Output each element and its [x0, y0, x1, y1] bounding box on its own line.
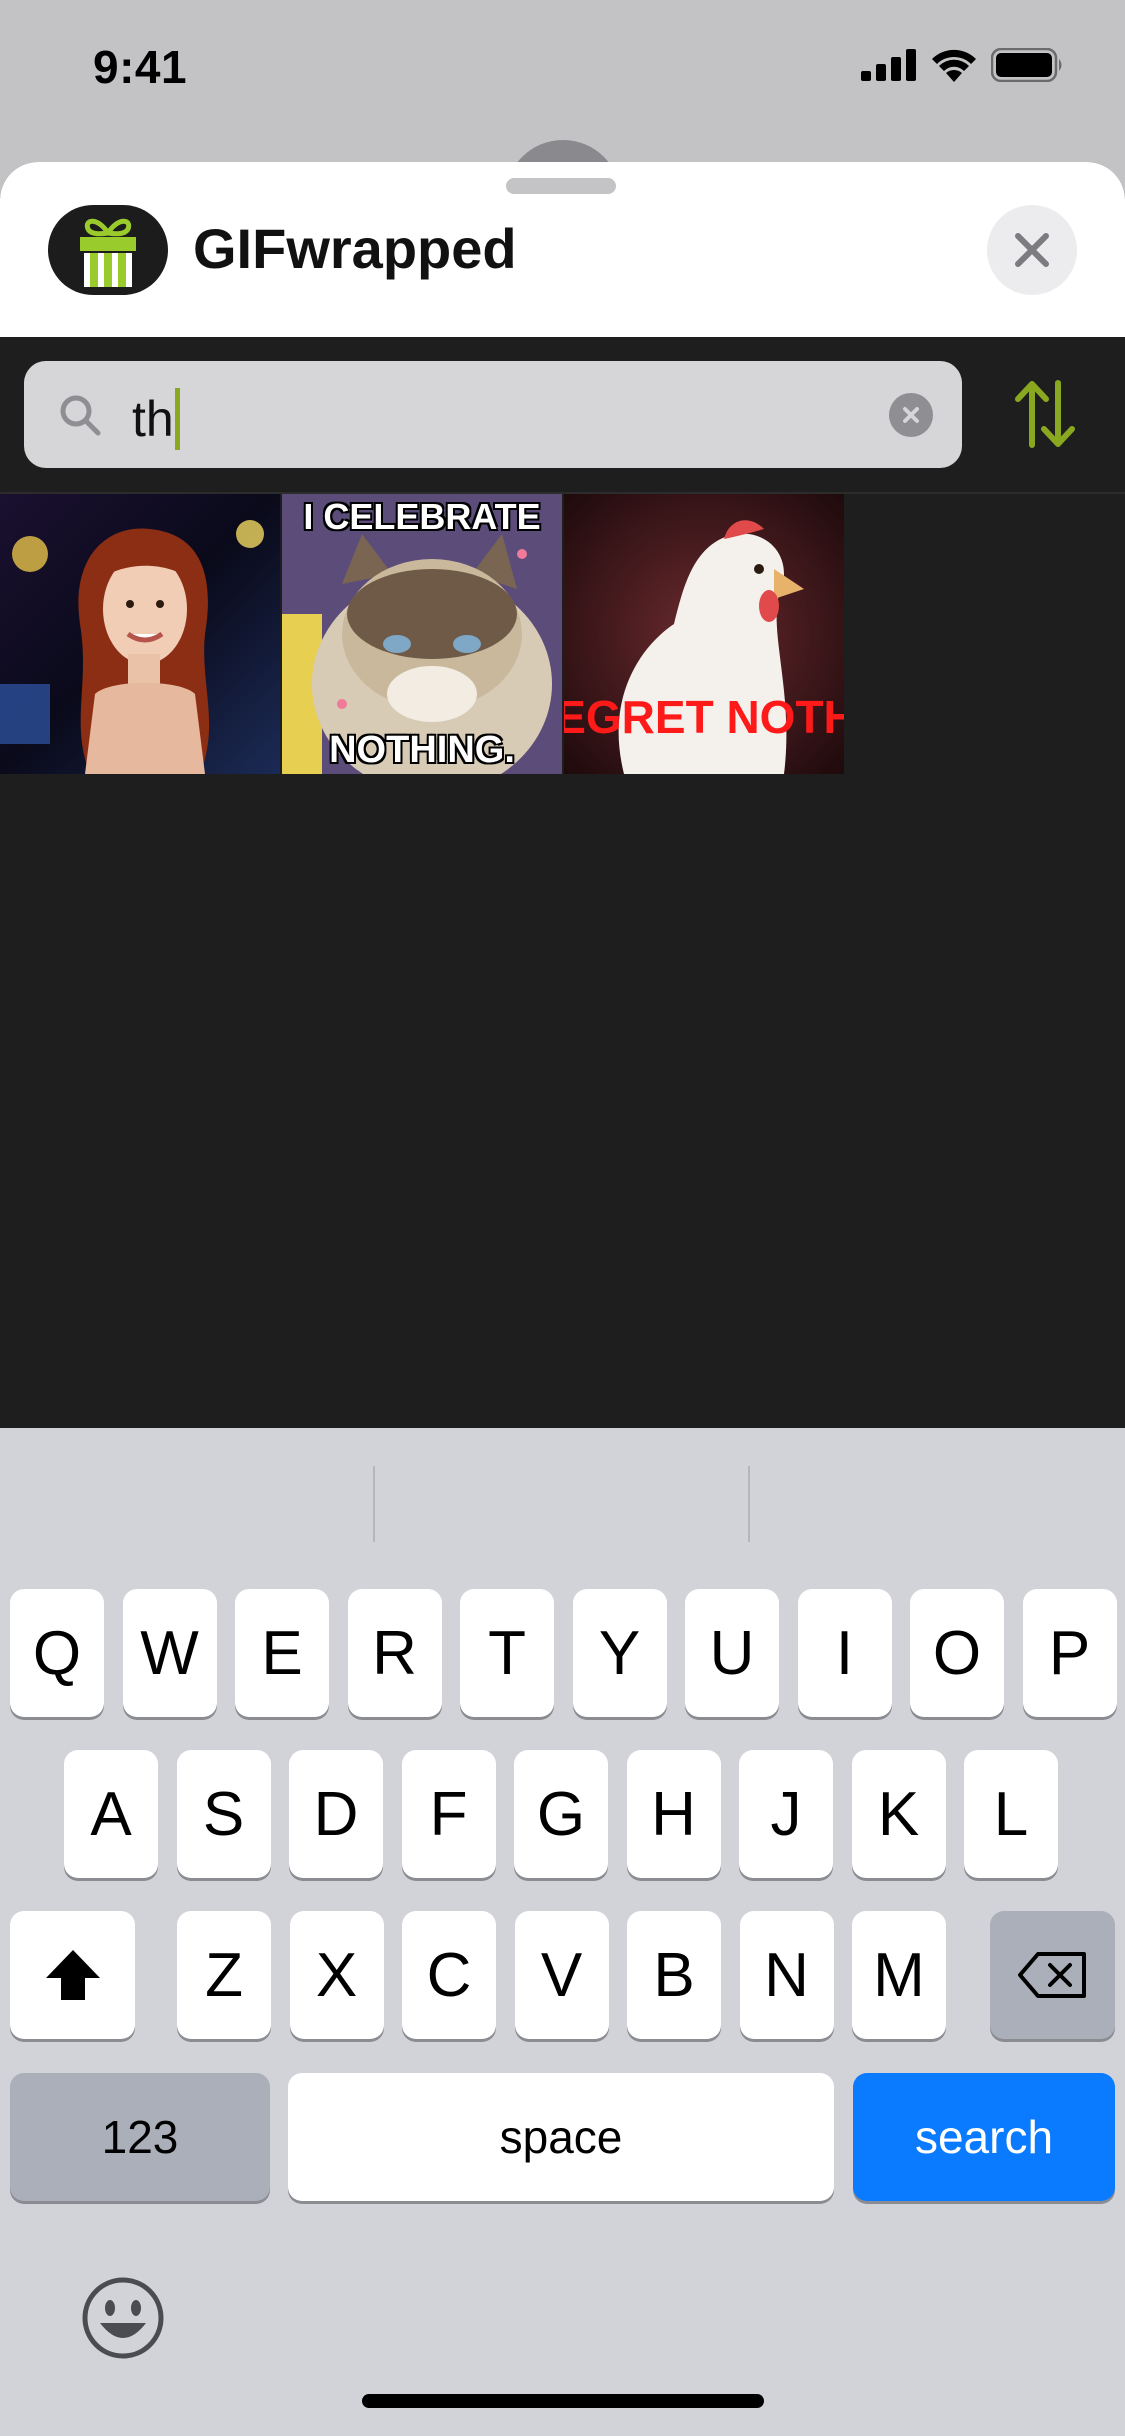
key-w[interactable]: W	[122, 1589, 217, 1717]
close-button[interactable]	[987, 205, 1077, 295]
key-l[interactable]: L	[964, 1750, 1058, 1878]
text-caret	[174, 388, 180, 450]
sort-arrows-icon	[1015, 380, 1075, 448]
gifwrapped-logo-icon	[48, 205, 168, 295]
status-time: 9:41	[93, 41, 188, 93]
backspace-icon	[1017, 1952, 1086, 1998]
status-bar: 9:41	[0, 0, 1125, 140]
key-v[interactable]: V	[514, 1911, 609, 2039]
emoji-icon[interactable]	[80, 2275, 166, 2361]
key-s[interactable]: S	[176, 1750, 271, 1878]
gif-caption-bottom: NOTHING.	[329, 729, 515, 771]
battery-icon	[991, 48, 1062, 82]
gif-result-2[interactable]: I CELEBRATE NOTHING.	[282, 494, 562, 774]
search-bar-area: th	[0, 337, 1125, 492]
key-d[interactable]: D	[289, 1750, 383, 1878]
sheet-header: GIFwrapped	[0, 162, 1125, 337]
key-r[interactable]: R	[347, 1589, 442, 1717]
key-k[interactable]: K	[851, 1750, 946, 1878]
key-g[interactable]: G	[514, 1750, 608, 1878]
key-j[interactable]: J	[739, 1750, 833, 1878]
gif-caption-bottom: EGRET NOTH	[564, 691, 844, 743]
gif-result-3[interactable]: EGRET NOTH	[564, 494, 844, 774]
key-u[interactable]: U	[685, 1589, 779, 1717]
shift-icon	[45, 1950, 100, 2000]
key-x[interactable]: X	[289, 1911, 384, 2039]
key-q[interactable]: Q	[10, 1589, 104, 1717]
sheet-grabber[interactable]	[506, 178, 616, 194]
key-y[interactable]: Y	[572, 1589, 667, 1717]
search-key[interactable]: search	[853, 2073, 1115, 2201]
key-t[interactable]: T	[460, 1589, 554, 1717]
wifi-icon	[932, 49, 976, 82]
key-z[interactable]: Z	[177, 1911, 271, 2039]
search-query: th	[132, 388, 180, 450]
gif-result-1[interactable]	[0, 494, 280, 774]
key-o[interactable]: O	[910, 1589, 1004, 1717]
key-n[interactable]: N	[739, 1911, 834, 2039]
key-e[interactable]: E	[235, 1589, 329, 1717]
key-c[interactable]: C	[402, 1911, 496, 2039]
sort-button[interactable]	[1010, 369, 1080, 459]
key-a[interactable]: A	[64, 1750, 158, 1878]
clear-icon	[903, 407, 919, 423]
numbers-key[interactable]: 123	[10, 2073, 270, 2201]
app-title: GIFwrapped	[193, 217, 517, 280]
home-indicator	[362, 2394, 764, 2408]
key-m[interactable]: M	[852, 1911, 946, 2039]
search-query-text: th	[132, 391, 174, 447]
shift-key[interactable]	[10, 1911, 135, 2039]
keyboard: QWERTYUIOP ASDFGHJKL ZXCVBNM 123 space s…	[0, 1428, 1125, 2436]
key-p[interactable]: P	[1022, 1589, 1117, 1717]
suggestion-divider	[373, 1466, 375, 1542]
space-key[interactable]: space	[288, 2073, 834, 2201]
clear-search-button[interactable]	[889, 393, 933, 437]
key-h[interactable]: H	[626, 1750, 721, 1878]
delete-key[interactable]	[990, 1911, 1115, 2039]
key-f[interactable]: F	[401, 1750, 496, 1878]
key-i[interactable]: I	[797, 1589, 892, 1717]
search-icon	[60, 395, 101, 436]
search-input[interactable]: th	[24, 361, 962, 468]
key-b[interactable]: B	[627, 1911, 721, 2039]
suggestion-divider	[748, 1466, 750, 1542]
cellular-signal-icon	[861, 49, 916, 81]
close-icon	[1015, 233, 1049, 267]
status-icons	[861, 48, 1065, 82]
gif-caption-top: I CELEBRATE	[303, 496, 541, 537]
